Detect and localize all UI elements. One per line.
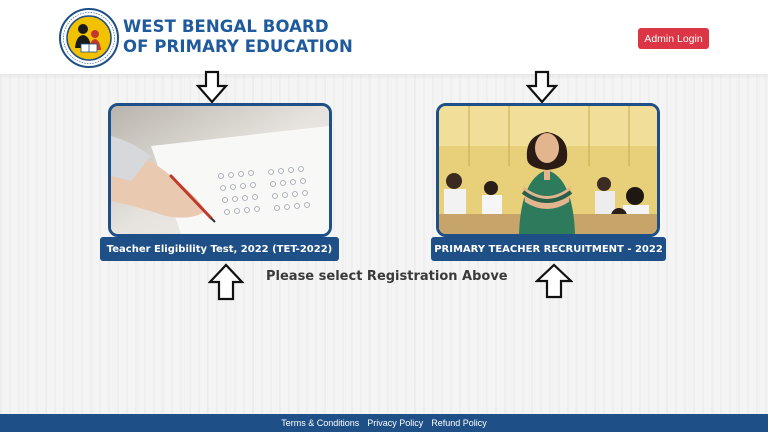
tet-card-image[interactable] <box>108 103 332 237</box>
arrow-down-outline-icon <box>196 70 228 104</box>
registration-instruction: Please select Registration Above <box>266 269 508 284</box>
recruitment-registration-button[interactable]: PRIMARY TEACHER RECRUITMENT - 2022 <box>431 237 666 261</box>
site-header: WEST BENGAL BOARD OF PRIMARY EDUCATION A… <box>0 0 768 74</box>
board-logo[interactable] <box>59 8 119 68</box>
footer-link-refund[interactable]: Refund Policy <box>431 418 487 428</box>
board-name[interactable]: WEST BENGAL BOARD OF PRIMARY EDUCATION <box>123 17 353 57</box>
board-name-line2: OF PRIMARY EDUCATION <box>123 37 353 56</box>
arrow-up-outline-icon <box>208 263 244 301</box>
recruitment-card-image[interactable] <box>436 103 660 237</box>
board-name-line1: WEST BENGAL BOARD <box>123 17 329 36</box>
arrow-up-outline-icon <box>535 263 573 299</box>
tet-registration-button[interactable]: Teacher Eligibility Test, 2022 (TET-2022… <box>100 237 339 261</box>
arrow-down-outline-icon <box>526 70 558 104</box>
footer-link-terms[interactable]: Terms & Conditions <box>281 418 359 428</box>
footer-link-privacy[interactable]: Privacy Policy <box>367 418 423 428</box>
admin-login-button[interactable]: Admin Login <box>638 28 709 49</box>
site-footer: Terms & Conditions Privacy Policy Refund… <box>0 414 768 432</box>
